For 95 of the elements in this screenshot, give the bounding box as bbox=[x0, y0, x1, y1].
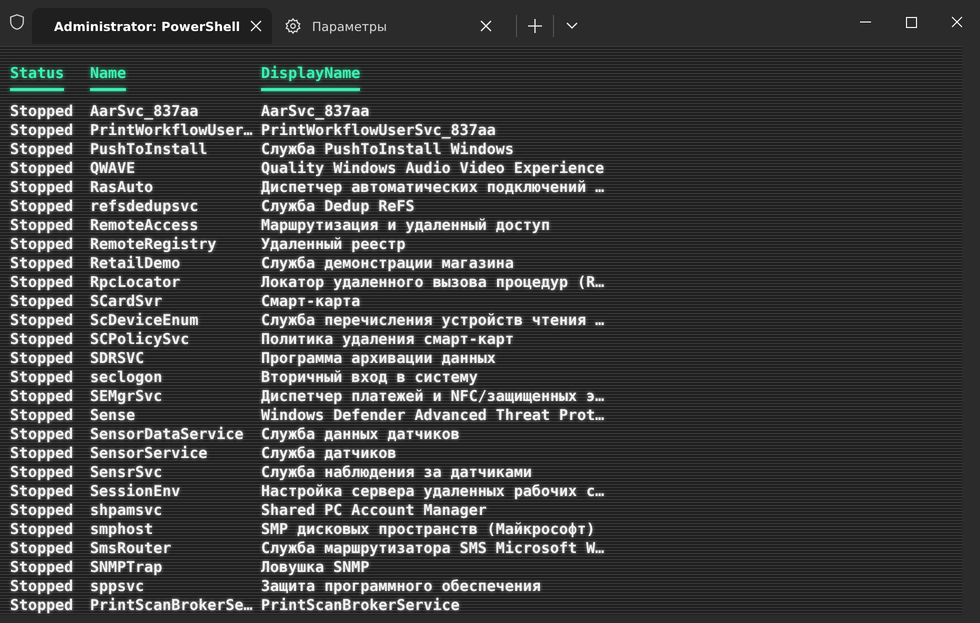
status-cell-text: Stopped bbox=[10, 273, 74, 292]
name-cell-text: SCardSvr bbox=[90, 292, 164, 311]
name-cell-text: SEMgrSvc bbox=[90, 387, 164, 406]
status-cell-text: Stopped bbox=[10, 235, 74, 254]
status-cell-text: Stopped bbox=[10, 254, 74, 273]
name-cell-text: smphost bbox=[90, 520, 154, 539]
name-cell-text: SmsRouter bbox=[90, 539, 172, 558]
display-name-cell: Диспетчер платежей и NFC/защищенных э… bbox=[261, 387, 604, 406]
gear-icon bbox=[284, 17, 302, 35]
display-name-cell-text: Служба демонстрации магазина bbox=[261, 254, 515, 273]
display-name-cell-text: Служба Dedup ReFS bbox=[261, 197, 416, 216]
name-cell-text: SDRSVC bbox=[90, 349, 146, 368]
column-header: Name bbox=[90, 64, 126, 83]
display-name-cell: Локатор удаленного вызова процедур (R… bbox=[261, 273, 604, 292]
chevron-down-icon bbox=[566, 22, 578, 30]
name-cell-text: PrintScanBrokerSe… bbox=[90, 596, 254, 615]
status-cell-text: Stopped bbox=[10, 121, 74, 140]
name-cell-text: SCPolicySvc bbox=[90, 330, 190, 349]
status-cell-text: Stopped bbox=[10, 501, 74, 520]
status-cell-text: Stopped bbox=[10, 197, 74, 216]
display-name-cell: Настройка сервера удаленных рабочих с… bbox=[261, 482, 604, 501]
name-cell-text: RetailDemo bbox=[90, 254, 182, 273]
name-cell-text: QWAVE bbox=[90, 159, 136, 178]
name-cell-text: SNMPTrap bbox=[90, 558, 164, 577]
header-underline bbox=[90, 88, 126, 91]
minimize-icon bbox=[860, 21, 870, 23]
name-cell-text: SensrSvc bbox=[90, 463, 164, 482]
status-cell-text: Stopped bbox=[10, 387, 74, 406]
display-name-cell: Служба маршрутизатора SMS Microsoft W… bbox=[261, 539, 604, 558]
display-name-cell-text: Shared PC Account Manager bbox=[261, 501, 488, 520]
status-cell-text: Stopped bbox=[10, 216, 74, 235]
display-name-cell: Диспетчер автоматических подключений … bbox=[261, 178, 604, 197]
name-cell-text: AarSvc_837aa bbox=[90, 102, 200, 121]
status-cell-text: Stopped bbox=[10, 558, 74, 577]
status-cell-text: Stopped bbox=[10, 368, 74, 387]
status-cell-text: Stopped bbox=[10, 444, 74, 463]
name-cell-text: sppsvc bbox=[90, 577, 146, 596]
terminal-tab[interactable]: Параметры bbox=[272, 8, 512, 44]
display-name-cell-text: SMP дисковых пространств (Майкрософт) bbox=[261, 520, 596, 539]
shield-icon bbox=[8, 13, 26, 31]
display-name-cell-text: AarSvc_837aa bbox=[261, 102, 370, 121]
status-cell-text: Stopped bbox=[10, 463, 74, 482]
terminal-tab[interactable]: Administrator: PowerShell bbox=[32, 8, 272, 44]
display-name-cell-text: Ловушка SNMP bbox=[261, 558, 370, 577]
name-cell-text: SensorDataService bbox=[90, 425, 245, 444]
status-cell-text: Stopped bbox=[10, 596, 74, 615]
display-name-cell-text: PrintWorkflowUserSvc_837aa bbox=[261, 121, 497, 140]
header-underline bbox=[10, 88, 64, 91]
name-cell-text: SensorService bbox=[90, 444, 208, 463]
display-name-cell-text: Политика удаления смарт-карт bbox=[261, 330, 515, 349]
status-cell-text: Stopped bbox=[10, 292, 74, 311]
name-cell-text: PrintWorkflowUser… bbox=[90, 121, 254, 140]
status-cell-text: Stopped bbox=[10, 349, 74, 368]
display-name-cell-text: Служба наблюдения за датчиками bbox=[261, 463, 533, 482]
status-cell-text: Stopped bbox=[10, 539, 74, 558]
column-header: DisplayName bbox=[261, 64, 360, 83]
name-cell-text: RemoteAccess bbox=[90, 216, 200, 235]
close-icon bbox=[951, 16, 963, 28]
display-name-cell: Quality Windows Audio Video Experience bbox=[261, 159, 604, 178]
status-cell-text: Stopped bbox=[10, 102, 74, 121]
plus-icon bbox=[528, 19, 542, 33]
display-name-cell-text: PrintScanBrokerService bbox=[261, 596, 461, 615]
maximize-icon bbox=[906, 16, 916, 28]
display-name-cell-text: Защита программного обеспечения bbox=[261, 577, 542, 596]
name-cell-text: PushToInstall bbox=[90, 140, 208, 159]
display-name-cell-text: Маршрутизация и удаленный доступ bbox=[261, 216, 551, 235]
display-name-cell-text: Вторичный вход в систему bbox=[261, 368, 479, 387]
status-cell-text: Stopped bbox=[10, 577, 74, 596]
status-cell-text: Stopped bbox=[10, 425, 74, 444]
status-cell-text: Stopped bbox=[10, 330, 74, 349]
display-name-cell-text: Служба PushToInstall Windows bbox=[261, 140, 515, 159]
name-cell-text: ScDeviceEnum bbox=[90, 311, 200, 330]
status-cell-text: Stopped bbox=[10, 178, 74, 197]
display-name-cell-text: Служба данных датчиков bbox=[261, 425, 461, 444]
name-cell-text: seclogon bbox=[90, 368, 164, 387]
status-cell-text: Stopped bbox=[10, 520, 74, 539]
display-name-cell-text: Программа архивации данных bbox=[261, 349, 497, 368]
name-cell-text: SessionEnv bbox=[90, 482, 182, 501]
name-cell-text: shpamsvc bbox=[90, 501, 164, 520]
status-cell-text: Stopped bbox=[10, 311, 74, 330]
status-cell-text: Stopped bbox=[10, 482, 74, 501]
status-cell-text: Stopped bbox=[10, 140, 74, 159]
name-cell-text: RasAuto bbox=[90, 178, 154, 197]
name-cell-text: RemoteRegistry bbox=[90, 235, 218, 254]
name-cell-text: RpcLocator bbox=[90, 273, 182, 292]
display-name-cell-text: Смарт-карта bbox=[261, 292, 362, 311]
display-name-cell: Windows Defender Advanced Threat Prot… bbox=[261, 406, 604, 425]
name-cell-text: Sense bbox=[90, 406, 136, 425]
display-name-cell-text: Удаленный реестр bbox=[261, 235, 406, 254]
status-cell-text: Stopped bbox=[10, 406, 74, 425]
display-name-cell-text: Служба датчиков bbox=[261, 444, 398, 463]
column-header: Status bbox=[10, 64, 64, 83]
status-cell-text: Stopped bbox=[10, 159, 74, 178]
name-cell-text: refsdedupsvc bbox=[90, 197, 200, 216]
display-name-cell: Служба перечисления устройств чтения … bbox=[261, 311, 604, 330]
